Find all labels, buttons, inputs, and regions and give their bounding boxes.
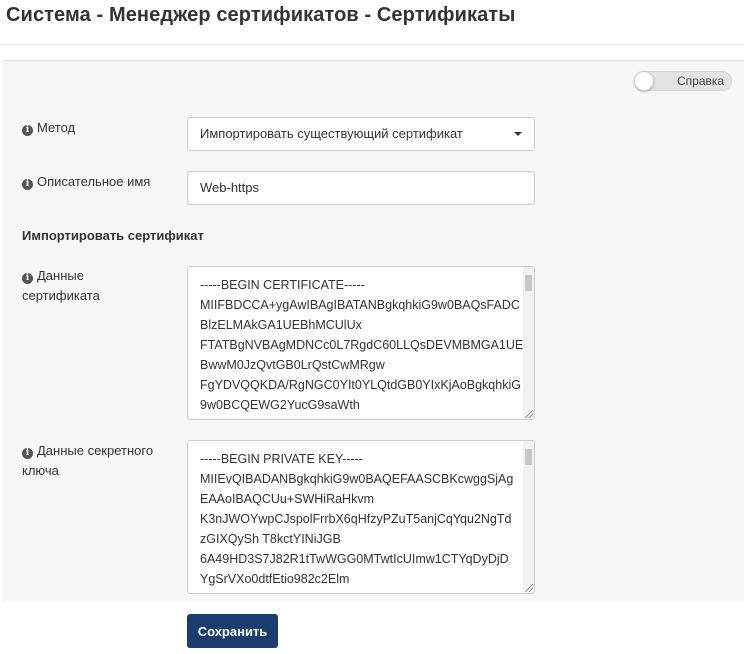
key-line: EAAoIBAQCUu+SWHiRaHkvm — [200, 492, 374, 506]
key-data-content: -----BEGIN PRIVATE KEY----- MIIEvQIBADAN… — [200, 449, 513, 589]
method-label-text: Метод — [37, 120, 76, 135]
cert-line: -----BEGIN CERTIFICATE----- — [200, 278, 365, 292]
cert-line: FTATBgNVBAgMDNCc0L7RgdC60LLQsDEVMBMGA1UE — [200, 338, 524, 352]
key-data-label-line2: ключа — [22, 463, 59, 478]
info-icon[interactable]: i — [22, 273, 33, 284]
key-line: MIIEvQIBADANBgkqhkiG9w0BAQEFAASCBKcwggSj… — [200, 472, 514, 486]
resize-grip-icon[interactable] — [525, 410, 533, 418]
key-line: 6A49HD3S7J82R1tTwWGG0MTwtIcUImw1CTYqDyDj… — [200, 552, 509, 566]
cert-data-label: i Данные сертификата — [22, 266, 100, 306]
method-selected-value: Импортировать существующий сертификат — [200, 126, 463, 141]
key-scrollbar[interactable] — [523, 441, 534, 593]
help-toggle-label: Справка — [677, 74, 725, 88]
cert-line: MIIFBDCCA+ygAwIBAgIBATANBgkqhkiG9w0BAQsF… — [200, 298, 520, 312]
description-label-text: Описательное имя — [37, 174, 151, 189]
toggle-knob — [634, 71, 654, 91]
key-line: -----BEGIN PRIVATE KEY----- — [200, 452, 363, 466]
key-line: YgSrVXo0dtfEtio982c2Elm — [200, 572, 350, 586]
page-title: Система - Менеджер сертификатов - Сертиф… — [6, 4, 516, 26]
method-label: i Метод — [22, 118, 75, 138]
method-select[interactable]: Импортировать существующий сертификат — [187, 117, 535, 151]
cert-scrollbar[interactable] — [523, 267, 534, 419]
save-button[interactable]: Сохранить — [187, 614, 278, 648]
info-icon[interactable]: i — [22, 125, 33, 136]
cert-scrollbar-thumb[interactable] — [525, 275, 532, 291]
key-scrollbar-thumb[interactable] — [525, 449, 532, 465]
help-toggle[interactable]: Справка — [634, 71, 732, 91]
cert-data-label-line2: сертификата — [22, 288, 100, 303]
key-data-label-line1: Данные секретного — [37, 443, 154, 458]
cert-line: BwwM0JzQvtGB0LrQstCwMRgw — [200, 358, 385, 372]
import-section-heading: Импортировать сертификат — [22, 228, 204, 243]
description-label: i Описательное имя — [22, 172, 150, 192]
cert-data-label-line1: Данные — [37, 268, 84, 283]
cert-line: 9w0BCQEWG2YucG9saWth — [200, 398, 360, 412]
key-data-label: i Данные секретного ключа — [22, 441, 153, 481]
key-data-textarea[interactable]: -----BEGIN PRIVATE KEY----- MIIEvQIBADAN… — [187, 440, 535, 594]
key-line: zGIXQySh T8kctYINiJGB — [200, 532, 341, 546]
cert-line: BlzELMAkGA1UEBhMCUlUx — [200, 318, 362, 332]
resize-grip-icon[interactable] — [525, 584, 533, 592]
key-line: K3nJWOYwpCJspolFrrbX6qHfzyPZuT5anjCqYqu2… — [200, 512, 512, 526]
info-icon[interactable]: i — [22, 179, 33, 190]
cert-line: FgYDVQQKDA/RgNGC0YIt0YLQtdGB0YIxKjAoBgkq… — [200, 378, 521, 392]
cert-data-content: -----BEGIN CERTIFICATE----- MIIFBDCCA+yg… — [200, 275, 523, 415]
chevron-down-icon — [514, 132, 522, 136]
description-input[interactable]: Web-https — [187, 171, 535, 205]
cert-data-textarea[interactable]: -----BEGIN CERTIFICATE----- MIIFBDCCA+yg… — [187, 266, 535, 420]
description-value: Web-https — [200, 180, 260, 195]
title-divider — [0, 44, 744, 45]
info-icon[interactable]: i — [22, 448, 33, 459]
